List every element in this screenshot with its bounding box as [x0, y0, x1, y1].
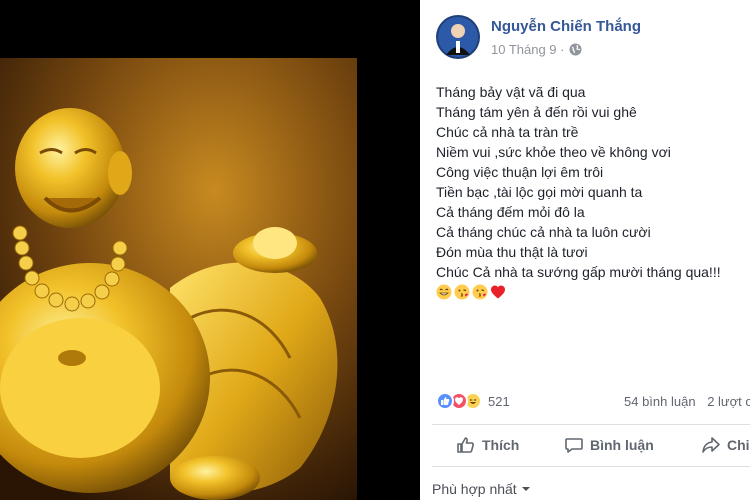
post-photo-golden-buddha[interactable]: [0, 58, 357, 500]
grin-emoji: [436, 284, 452, 300]
comment-count[interactable]: 54 bình luận: [624, 394, 696, 409]
post-meta: 10 Tháng 9 ·: [491, 42, 582, 57]
post-line: Niềm vui ,sức khỏe theo về không vơi: [436, 144, 671, 160]
sort-label: Phù hợp nhất: [432, 481, 517, 497]
post-line: Đón mùa thu thật là tươi: [436, 244, 588, 260]
divider: [432, 424, 750, 425]
reaction-summary[interactable]: 521: [436, 392, 510, 410]
like-button[interactable]: Thích: [456, 435, 519, 455]
globe-icon[interactable]: [569, 43, 582, 56]
post-message: Tháng bảy vật vã đi qua Tháng tám yên ả …: [436, 82, 750, 282]
post-line: Cả tháng chúc cả nhà ta luôn cười: [436, 224, 651, 240]
emoji-row: [436, 284, 506, 300]
post-line: Chúc cả nhà ta tràn trề: [436, 124, 579, 140]
post-line: Chúc Cả nhà ta sướng gấp mười tháng qua!…: [436, 264, 721, 280]
reaction-count: 521: [488, 393, 510, 409]
speech-bubble-icon: [565, 438, 583, 453]
red-heart-emoji: [491, 285, 505, 299]
author-name[interactable]: Nguyễn Chiến Thắng: [491, 18, 641, 35]
post-panel: Nguyễn Chiến Thắng 10 Tháng 9 · Tháng bả…: [420, 0, 750, 500]
thumbs-up-icon: [457, 437, 474, 453]
share-count[interactable]: 2 lượt chia sẻ: [707, 394, 750, 409]
post-line: Tháng bảy vật vã đi qua: [436, 84, 586, 100]
photo-viewer: [0, 0, 420, 500]
comment-label: Bình luận: [590, 437, 654, 453]
post-line: Tháng tám yên ả đến rồi vui ghê: [436, 104, 637, 120]
like-reaction-icon: [436, 392, 454, 410]
share-button[interactable]: Chia sẻ: [701, 435, 750, 455]
post-date[interactable]: 10 Tháng 9 ·: [491, 42, 564, 57]
divider: [432, 466, 750, 467]
post-line: Cả tháng đếm mỏi đô la: [436, 204, 585, 220]
post-stats: 54 bình luận 2 lượt chia sẻ: [624, 394, 750, 409]
share-arrow-icon: [702, 437, 720, 453]
author-avatar[interactable]: [436, 15, 480, 59]
post-line: Tiền bạc ,tài lộc gọi mời quanh ta: [436, 184, 643, 200]
comment-button[interactable]: Bình luận: [564, 435, 654, 455]
share-label: Chia sẻ: [727, 437, 750, 453]
like-label: Thích: [482, 437, 520, 453]
kiss-emoji: [454, 284, 470, 300]
post-actions-bar: Thích Bình luận Chia sẻ: [420, 426, 750, 464]
kiss-emoji: [472, 284, 488, 300]
comment-sort-dropdown[interactable]: Phù hợp nhất: [432, 481, 531, 497]
chevron-down-icon: [521, 487, 530, 491]
post-line: Công việc thuận lợi êm trôi: [436, 164, 604, 180]
